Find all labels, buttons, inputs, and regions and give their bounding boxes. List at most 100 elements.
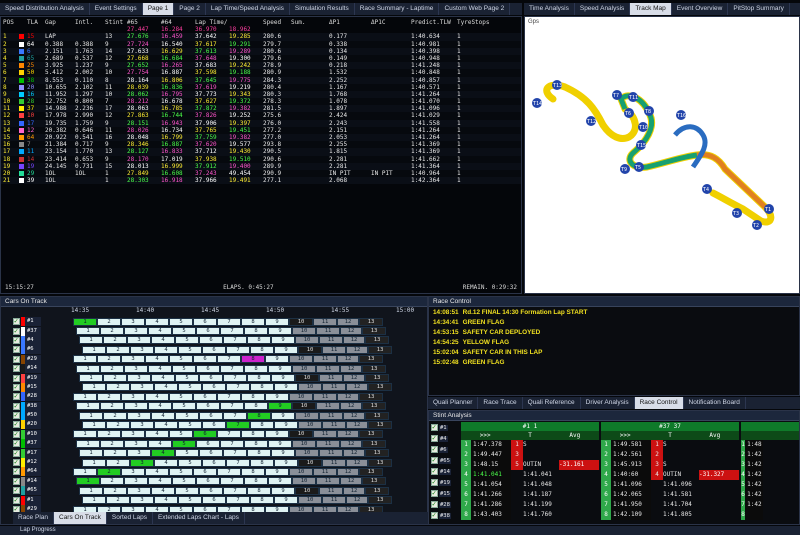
- stint-car-checkbox[interactable]: [431, 489, 438, 497]
- timing-row[interactable]: 10 28 12.752 0.800 7 28.212 16.678 37.627 19.372…: [1, 98, 521, 106]
- race-control-message[interactable]: 14:53:15 SAFETY CAR DEPLOYED: [433, 328, 795, 338]
- tab-cars-2[interactable]: Sorted Laps: [107, 512, 153, 524]
- stint-lap-row[interactable]: 1 1:47.378 1 S: [461, 440, 599, 450]
- lap-chart-grid[interactable]: 1 2 3 4 5 6 7 8 9 10 11 12 13 1 2 3 4 5 6 7 8 9 10 11 12 13 1 2 3 4 5 6…: [73, 317, 427, 524]
- tab-right-0[interactable]: Time Analysis: [524, 3, 575, 15]
- stint-lap-row[interactable]: 8 1:43.403 1:41.760: [461, 510, 599, 520]
- car-checkbox[interactable]: [13, 355, 20, 363]
- car-list-row[interactable]: #1: [13, 317, 73, 327]
- lap-chart-row[interactable]: 12345678910111213: [73, 495, 427, 505]
- stint-car-checkbox[interactable]: [431, 456, 438, 464]
- lap-chart-row[interactable]: 12345678910111213: [73, 467, 427, 476]
- car-checkbox[interactable]: [13, 411, 20, 420]
- tab-race-control-4[interactable]: Race Control: [634, 397, 684, 409]
- timing-col-header[interactable]: TLA: [25, 19, 43, 26]
- timing-row[interactable]: 14 12 20.382 0.646 11 28.026 16.734 37.765 19.45…: [1, 126, 521, 134]
- car-list-row[interactable]: #65: [13, 486, 73, 496]
- timing-col-header[interactable]: #64: [159, 19, 193, 26]
- timing-row[interactable]: 21 39 1OL 1 28.303 16.918 37.966 19.491 277.1 1:4…: [1, 177, 521, 185]
- car-list-row[interactable]: #1: [13, 495, 73, 505]
- timing-row[interactable]: 18 14 23.414 0.653 9 28.170 17.019 37.938 19.510…: [1, 155, 521, 163]
- stint-lap-row[interactable]: 41:42.474: [741, 470, 799, 480]
- race-control-message[interactable]: 15:02:04 SAFETY CAR IN THIS LAP: [433, 348, 795, 358]
- timing-row[interactable]: 6 50 5.412 2.002 10 27.754 16.887 37.598 19.188 2…: [1, 69, 521, 77]
- tab-right-4[interactable]: PitStop Summary: [728, 3, 790, 15]
- timing-col-header[interactable]: Lap Time/Speed: [193, 19, 227, 26]
- timing-row[interactable]: 17 11 23.154 1.770 13 28.127 16.833 37.712 19.43…: [1, 148, 521, 156]
- timing-row[interactable]: 8 20 10.655 2.102 11 28.039 16.836 37.619 19.219…: [1, 83, 521, 91]
- lap-chart-row[interactable]: 12345678910111213: [73, 364, 427, 373]
- stint-car-row[interactable]: #6: [431, 444, 459, 455]
- stint-car-row[interactable]: #65: [431, 455, 459, 466]
- race-control-message[interactable]: 15:02:48 GREEN FLAG: [433, 358, 795, 368]
- tab-left-2[interactable]: Page 1: [142, 3, 175, 15]
- car-checkbox[interactable]: [13, 336, 20, 344]
- lap-chart-row[interactable]: 12345678910111213: [73, 392, 427, 401]
- timing-row[interactable]: 12 10 17.978 2.990 12 27.863 16.744 37.826 19.25…: [1, 112, 521, 120]
- timing-col-header[interactable]: Speed: [261, 19, 289, 26]
- car-checkbox[interactable]: [13, 402, 20, 410]
- stint-lap-row[interactable]: 61:42.286: [741, 490, 799, 500]
- tab-right-2[interactable]: Track Map: [630, 3, 672, 15]
- stint-lap-row[interactable]: 2 1:49.447 3: [461, 450, 599, 460]
- stint-lap-row[interactable]: 6 1:42.065 1:41.581: [601, 490, 739, 500]
- car-list-row[interactable]: #64: [13, 467, 73, 477]
- timing-row[interactable]: 19 19 24.145 0.731 15 28.013 16.999 37.912 19.40…: [1, 162, 521, 170]
- tab-race-control-3[interactable]: Driver Analysis: [581, 397, 635, 409]
- car-checkbox[interactable]: [13, 364, 20, 373]
- lap-chart-row[interactable]: 12345678910111213: [73, 448, 427, 458]
- stint-lap-row[interactable]: 7 1:41.950 1:41.704: [601, 500, 739, 510]
- car-checkbox[interactable]: [13, 327, 20, 335]
- stint-lap-row[interactable]: 71:42.646: [741, 500, 799, 510]
- stint-car-checkbox[interactable]: [431, 511, 438, 519]
- lap-chart-row[interactable]: 12345678910111213: [73, 355, 427, 364]
- stint-lap-row[interactable]: 51:42.474: [741, 480, 799, 490]
- car-list-row[interactable]: #14: [13, 364, 73, 374]
- timing-col-header[interactable]: Gap: [43, 19, 73, 26]
- tab-left-3[interactable]: Page 2: [174, 3, 206, 15]
- car-checkbox[interactable]: [13, 374, 20, 382]
- timing-row[interactable]: 11 37 14.988 2.236 17 28.063 16.785 37.872 19.38…: [1, 105, 521, 113]
- timing-col-header[interactable]: Predict.TLW: [409, 19, 455, 26]
- lap-chart-row[interactable]: 12345678910111213: [73, 383, 427, 392]
- stint-car-checkbox[interactable]: [431, 467, 438, 475]
- stint-car-row[interactable]: #15: [431, 488, 459, 499]
- car-list-row[interactable]: #6: [13, 345, 73, 355]
- stint-car-row[interactable]: #28: [431, 499, 459, 510]
- timing-col-header[interactable]: [227, 19, 261, 26]
- timing-col-header[interactable]: Intl.: [73, 19, 103, 26]
- car-list-row[interactable]: #20: [13, 420, 73, 430]
- stint-lap-row[interactable]: 4 1:41.041 1:41.041: [461, 470, 599, 480]
- stint-lap-row[interactable]: 3 1:45.913 3 S: [601, 460, 739, 470]
- car-checkbox[interactable]: [13, 467, 20, 476]
- timing-row[interactable]: 15 64 20.922 0.541 16 28.048 16.799 37.759 19.38…: [1, 134, 521, 142]
- lap-chart-row[interactable]: 12345678910111213: [73, 326, 427, 336]
- lap-chart-row[interactable]: 12345678910111213: [73, 486, 427, 495]
- timing-row[interactable]: 13 17 19.735 1.759 9 28.151 16.943 37.906 19.397…: [1, 119, 521, 127]
- timing-row[interactable]: 5 25 3.925 1.237 9 27.652 16.265 37.683 19.242 27…: [1, 62, 521, 70]
- stint-lap-row[interactable]: 11:48.546: [741, 440, 799, 450]
- tab-cars-1[interactable]: Cars On Track: [54, 512, 107, 524]
- car-checkbox[interactable]: [13, 383, 20, 391]
- lap-chart-row[interactable]: 12345678910111213: [73, 458, 427, 467]
- race-control-message[interactable]: 14:34:41 GREEN FLAG: [433, 318, 795, 328]
- car-checkbox[interactable]: [13, 458, 20, 467]
- tab-cars-0[interactable]: Race Plan: [13, 512, 54, 524]
- car-list-row[interactable]: #37: [13, 439, 73, 449]
- lap-chart-row[interactable]: 12345678910111213: [73, 420, 427, 429]
- race-control-message[interactable]: 14:08:51 Rd.12 FINAL 14:30 Formation Lap …: [433, 308, 795, 318]
- car-checkbox[interactable]: [13, 477, 20, 485]
- tab-race-control-2[interactable]: Quali Reference: [523, 397, 581, 409]
- race-control-message[interactable]: 14:54:25 YELLOW FLAG: [433, 338, 795, 348]
- timing-col-header[interactable]: Stint: [103, 19, 125, 26]
- lap-chart-row[interactable]: 12345678910111213: [73, 411, 427, 420]
- timing-col-header[interactable]: Sum.: [289, 19, 325, 26]
- timing-row[interactable]: 1 15 LAP 13 27.676 16.459 37.642 19.285 280.6 1:4…: [1, 33, 521, 41]
- timing-col-header[interactable]: POS: [1, 19, 19, 26]
- tab-left-4[interactable]: Lap Time/Speed Analysis: [206, 3, 290, 15]
- car-list-row[interactable]: #14: [13, 476, 73, 486]
- stint-car-row[interactable]: #4: [431, 433, 459, 444]
- stint-car-checkbox[interactable]: [431, 434, 438, 442]
- stint-car-row[interactable]: #1: [431, 422, 459, 433]
- car-list-row[interactable]: #17: [13, 448, 73, 458]
